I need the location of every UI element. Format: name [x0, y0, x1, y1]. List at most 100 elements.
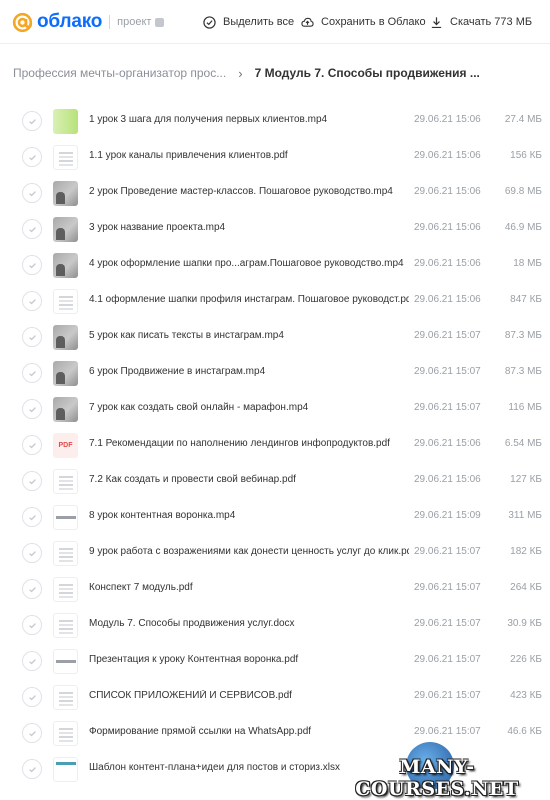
file-row[interactable]: Презентация к уроку Контентная воронка.p…	[0, 643, 550, 679]
select-checkbox[interactable]	[22, 183, 42, 203]
check-icon	[28, 550, 36, 556]
file-name[interactable]: 9 урок работа с возражениями как донести…	[89, 546, 409, 557]
file-name[interactable]: 1.1 урок каналы привлечения клиентов.pdf	[89, 150, 409, 161]
select-checkbox[interactable]	[22, 687, 42, 707]
file-date: 29.06.21 15:06	[414, 474, 481, 485]
check-icon	[28, 334, 36, 340]
file-date: 29.06.21 15:07	[414, 654, 481, 665]
file-row[interactable]: 7.2 Как создать и провести свой вебинар.…	[0, 463, 550, 499]
watermark: MANY-COURSES.NET	[326, 742, 548, 800]
file-row[interactable]: СПИСОК ПРИЛОЖЕНИЙ И СЕРВИСОВ.pdf 29.06.21…	[0, 679, 550, 715]
select-checkbox[interactable]	[22, 363, 42, 383]
check-icon	[28, 226, 36, 232]
file-name[interactable]: Формирование прямой ссылки на WhatsApp.p…	[89, 726, 409, 737]
watermark-text: MANY-COURSES.NET	[355, 756, 519, 800]
select-checkbox[interactable]	[22, 399, 42, 419]
select-all-button[interactable]: Выделить все	[203, 14, 294, 30]
file-name[interactable]: 2 урок Проведение мастер-классов. Пошаго…	[89, 186, 409, 197]
file-thumbnail	[53, 469, 78, 494]
save-to-cloud-button[interactable]: Сохранить в Облако	[301, 14, 426, 30]
breadcrumb-current: 7 Модуль 7. Способы продвижения ...	[254, 66, 480, 80]
file-size: 116 МБ	[508, 402, 542, 413]
select-checkbox[interactable]	[22, 435, 42, 455]
select-checkbox[interactable]	[22, 543, 42, 563]
check-icon	[28, 442, 36, 448]
select-checkbox[interactable]	[22, 723, 42, 743]
select-checkbox[interactable]	[22, 579, 42, 599]
check-icon	[28, 658, 36, 664]
select-checkbox[interactable]	[22, 471, 42, 491]
file-name[interactable]: 4.1 оформление шапки профиля инстаграм. …	[89, 294, 409, 305]
file-date: 29.06.21 15:06	[414, 222, 481, 233]
file-row[interactable]: 4 урок оформление шапки про...аграм.Поша…	[0, 247, 550, 283]
file-thumbnail	[53, 217, 78, 242]
file-name[interactable]: 6 урок Продвижение в инстаграм.mp4	[89, 366, 409, 377]
top-bar: облако проект Выделить все Сохранить в О…	[0, 0, 550, 44]
file-size: 27.4 МБ	[504, 114, 542, 125]
select-checkbox[interactable]	[22, 147, 42, 167]
select-checkbox[interactable]	[22, 759, 42, 779]
file-row[interactable]: 6 урок Продвижение в инстаграм.mp4 29.06.…	[0, 355, 550, 391]
file-row[interactable]: 1 урок 3 шага для получения первых клиен…	[0, 103, 550, 139]
file-row[interactable]: 7 урок как создать свой онлайн - марафон…	[0, 391, 550, 427]
select-checkbox[interactable]	[22, 327, 42, 347]
select-checkbox[interactable]	[22, 219, 42, 239]
file-row[interactable]: Модуль 7. Способы продвижения услуг.docx…	[0, 607, 550, 643]
file-name[interactable]: 8 урок контентная воронка.mp4	[89, 510, 409, 521]
logo-text: облако	[37, 11, 103, 32]
file-name[interactable]: 3 урок название проекта.mp4	[89, 222, 409, 233]
file-size: 46.6 КБ	[507, 726, 542, 737]
file-row[interactable]: 8 урок контентная воронка.mp4 29.06.21 15…	[0, 499, 550, 535]
vk-badge-icon	[155, 17, 165, 27]
project-label: проект	[117, 16, 152, 28]
cloud-logo[interactable]: облако проект	[12, 9, 165, 35]
file-name[interactable]: 7.1 Рекомендации по наполнению лендингов…	[89, 438, 409, 449]
check-icon	[28, 478, 36, 484]
file-size: 18 МБ	[513, 258, 542, 269]
file-thumbnail	[53, 325, 78, 350]
file-name[interactable]: Конспект 7 модуль.pdf	[89, 582, 409, 593]
file-row[interactable]: 2 урок Проведение мастер-классов. Пошаго…	[0, 175, 550, 211]
check-icon	[28, 190, 36, 196]
file-row[interactable]: Конспект 7 модуль.pdf 29.06.21 15:07 264 К…	[0, 571, 550, 607]
file-date: 29.06.21 15:07	[414, 690, 481, 701]
file-name[interactable]: Презентация к уроку Контентная воронка.p…	[89, 654, 409, 665]
file-date: 29.06.21 15:07	[414, 366, 481, 377]
file-name[interactable]: 5 урок как писать тексты в инстаграм.mp4	[89, 330, 409, 341]
file-size: 226 КБ	[510, 654, 542, 665]
download-all-button[interactable]: Скачать 773 МБ	[430, 14, 532, 30]
logo-divider	[109, 15, 111, 29]
file-name[interactable]: 7.2 Как создать и провести свой вебинар.…	[89, 474, 409, 485]
check-circle-icon	[203, 15, 216, 29]
check-icon	[28, 154, 36, 160]
file-name[interactable]: Модуль 7. Способы продвижения услуг.docx	[89, 618, 409, 629]
file-row[interactable]: 4.1 оформление шапки профиля инстаграм. …	[0, 283, 550, 319]
file-row[interactable]: 3 урок название проекта.mp4 29.06.21 15:0…	[0, 211, 550, 247]
file-thumbnail	[53, 577, 78, 602]
select-checkbox[interactable]	[22, 291, 42, 311]
file-row[interactable]: 1.1 урок каналы привлечения клиентов.pdf…	[0, 139, 550, 175]
select-checkbox[interactable]	[22, 507, 42, 527]
file-name[interactable]: 4 урок оформление шапки про...аграм.Поша…	[89, 258, 409, 269]
select-checkbox[interactable]	[22, 615, 42, 635]
breadcrumb-parent[interactable]: Профессия мечты-организатор прос...	[13, 66, 226, 80]
file-row[interactable]: 5 урок как писать тексты в инстаграм.mp4…	[0, 319, 550, 355]
file-thumbnail	[53, 361, 78, 386]
check-icon	[28, 730, 36, 736]
file-row[interactable]: 9 урок работа с возражениями как донести…	[0, 535, 550, 571]
save-to-cloud-label: Сохранить в Облако	[321, 16, 426, 28]
file-name[interactable]: 1 урок 3 шага для получения первых клиен…	[89, 114, 409, 125]
select-checkbox[interactable]	[22, 651, 42, 671]
file-name[interactable]: 7 урок как создать свой онлайн - марафон…	[89, 402, 409, 413]
select-checkbox[interactable]	[22, 255, 42, 275]
file-name[interactable]: СПИСОК ПРИЛОЖЕНИЙ И СЕРВИСОВ.pdf	[89, 690, 409, 701]
file-size: 156 КБ	[510, 150, 542, 161]
file-row[interactable]: PDF 7.1 Рекомендации по наполнению лендин…	[0, 427, 550, 463]
breadcrumb: Профессия мечты-организатор прос... › 7 …	[13, 65, 480, 81]
select-checkbox[interactable]	[22, 111, 42, 131]
file-thumbnail	[53, 649, 78, 674]
file-size: 127 КБ	[510, 474, 542, 485]
file-date: 29.06.21 15:06	[414, 294, 481, 305]
check-icon	[28, 262, 36, 268]
file-size: 30.9 КБ	[507, 618, 542, 629]
